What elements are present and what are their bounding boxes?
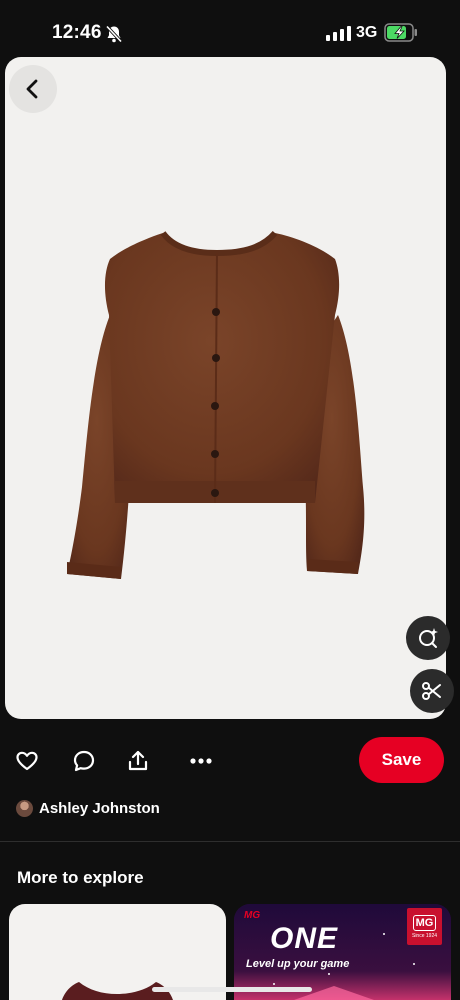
explore-pin[interactable] [9,904,226,1000]
share-button[interactable] [124,747,152,775]
home-indicator[interactable] [152,987,312,992]
save-button[interactable]: Save [359,737,444,783]
like-button[interactable] [13,747,41,775]
network-type: 3G [356,24,378,41]
comment-icon [73,750,95,772]
section-divider [0,841,460,842]
more-options-button[interactable] [187,747,215,775]
explore-ad-pin[interactable]: MG ONE Level up your game MG Since 1924 [234,904,451,1000]
more-icon [190,758,212,764]
mg-logo: MG Since 1924 [407,908,442,945]
visual-search-button[interactable] [406,616,450,660]
ad-headline: ONE [270,922,339,955]
chevron-left-icon [26,79,38,99]
mg-logo-text: MG [412,914,437,931]
ad-tagline: Level up your game [246,958,350,970]
comment-button[interactable] [70,747,98,775]
visual-search-icon [419,628,438,648]
scissors-icon [422,682,441,700]
share-icon [128,750,148,771]
pin-image-card[interactable] [5,57,446,719]
status-time: 12:46 [52,22,102,43]
mg-logo-since: Since 1924 [411,932,438,939]
action-bar: Save [0,735,460,785]
avatar[interactable] [16,800,33,817]
signal-icon [326,25,351,41]
author-name[interactable]: Ashley Johnston [39,800,160,817]
more-to-explore-heading: More to explore [17,868,144,887]
heart-icon [16,751,38,771]
status-bar: 12:46 3G [0,0,460,60]
cutout-button[interactable] [410,669,454,713]
pin-thumbnail [62,982,173,1000]
bell-off-icon [105,25,123,43]
battery-icon [384,23,417,42]
back-button[interactable] [9,65,57,113]
pin-image [67,230,365,579]
ad-brand: MG [244,910,261,921]
pin-author[interactable]: Ashley Johnston [16,800,160,817]
